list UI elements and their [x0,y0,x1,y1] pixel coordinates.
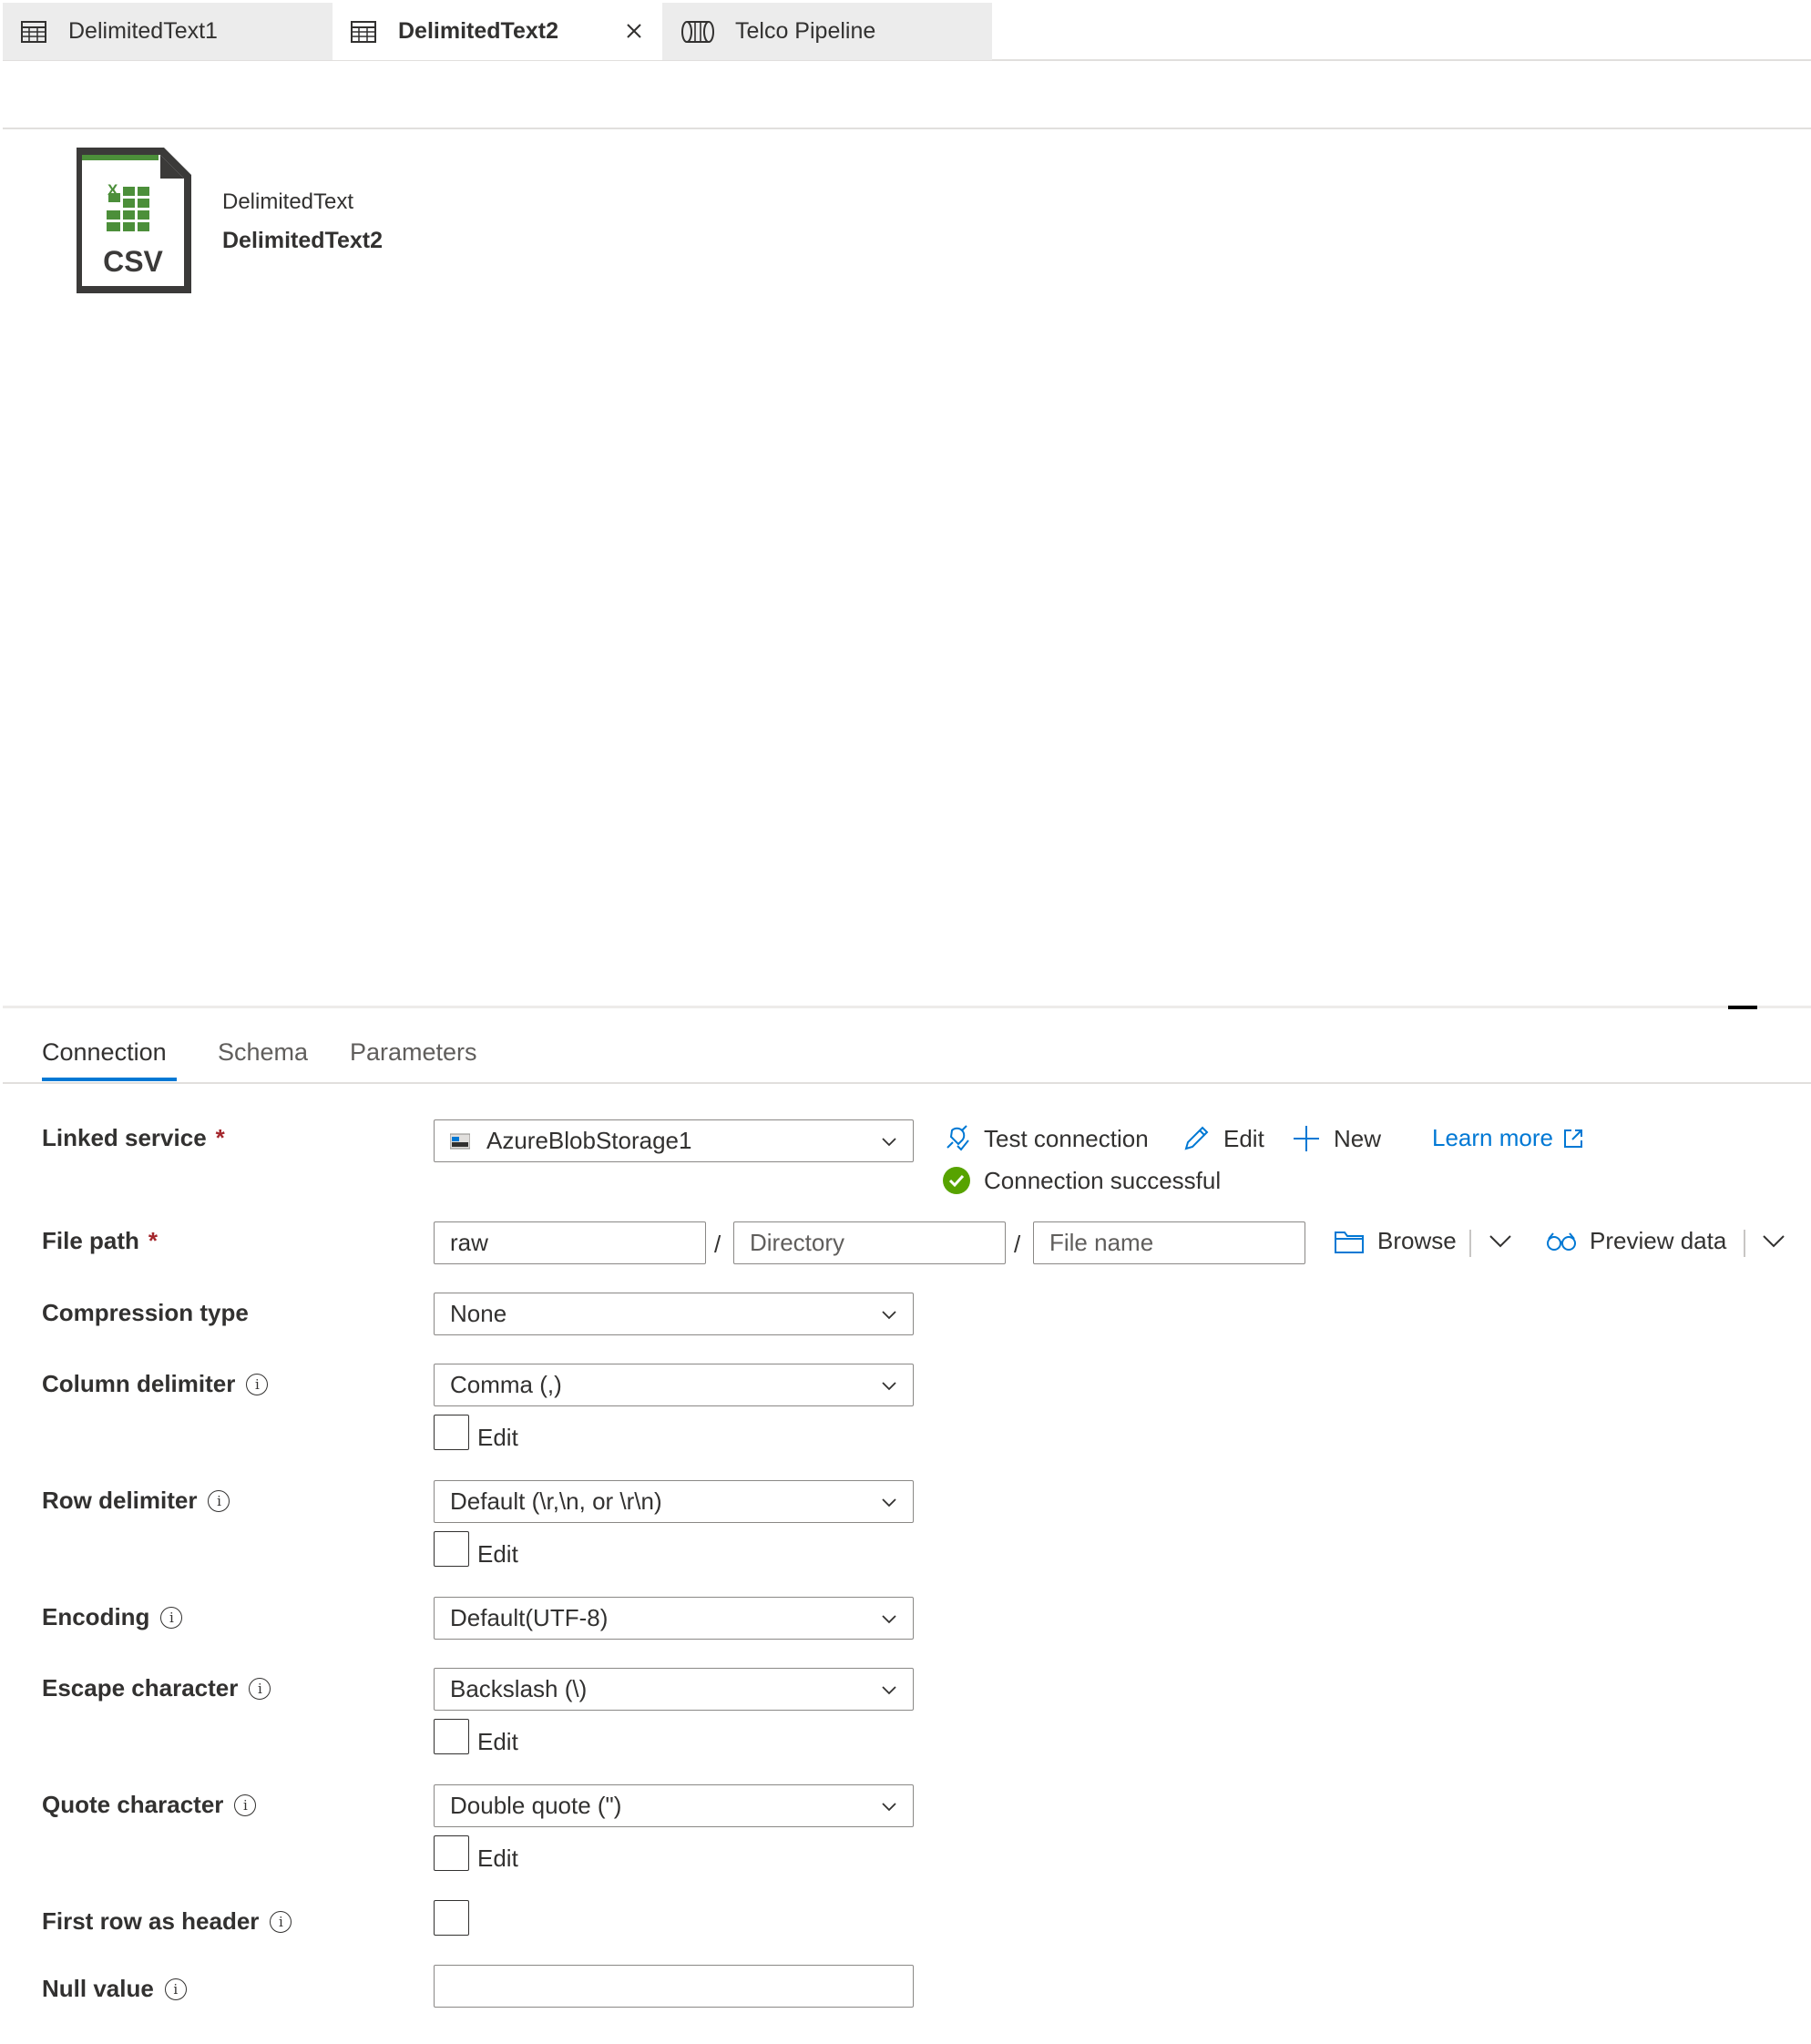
active-tab-indicator [42,1078,177,1081]
learn-more-link[interactable]: Learn more [1432,1124,1584,1152]
tab-parameters[interactable]: Parameters [350,1038,477,1067]
chevron-down-icon [882,1686,896,1695]
tab-schema[interactable]: Schema [218,1038,308,1067]
encoding-label: Encoding i [42,1603,183,1631]
pencil-icon [1182,1124,1211,1153]
edit-checkbox-label: Edit [477,1845,518,1872]
check-circle-icon [942,1166,971,1195]
dataset-name: DelimitedText2 [222,228,383,253]
new-linked-service-button[interactable]: New [1292,1124,1381,1153]
chevron-down-icon [1763,1235,1785,1248]
escape-character-edit-checkbox[interactable] [434,1719,469,1754]
info-icon[interactable]: i [246,1373,269,1395]
chevron-down-icon [882,1498,896,1507]
dataset-type: DelimitedText [222,189,354,214]
tab-connection[interactable]: Connection [42,1038,167,1067]
edit-checkbox-label: Edit [477,1728,518,1755]
column-delimiter-edit-checkbox[interactable] [434,1415,469,1450]
test-connection-button[interactable]: Test connection [942,1124,1149,1153]
row-delimiter-value: Default (\r,\n, or \r\n) [450,1487,662,1515]
column-delimiter-select[interactable]: Comma (,) [434,1364,914,1406]
external-link-icon [1562,1128,1584,1150]
quote-character-edit-checkbox[interactable] [434,1835,469,1871]
info-icon[interactable]: i [160,1606,183,1629]
quote-character-label: Quote character i [42,1791,257,1819]
tab-delimitedtext2[interactable]: DelimitedText2 [333,3,662,60]
browse-button[interactable]: Browse [1334,1227,1457,1255]
tab-delimitedtext1[interactable]: DelimitedText1 [3,3,333,60]
chevron-down-icon [882,1138,896,1147]
preview-data-button[interactable]: Preview data [1546,1227,1726,1255]
compression-type-select[interactable]: None [434,1293,914,1335]
edit-checkbox-label: Edit [477,1540,518,1568]
escape-character-select[interactable]: Backslash (\) [434,1668,914,1711]
compression-type-value: None [450,1300,507,1327]
document-tab-bar: DelimitedText1 DelimitedText2 Telco Pipe… [3,3,1811,61]
edit-checkbox-label: Edit [477,1424,518,1451]
null-value-label: Null value i [42,1975,187,2003]
chevron-down-icon [1489,1235,1511,1248]
linked-service-value: AzureBlobStorage1 [486,1127,692,1154]
quote-character-select[interactable]: Double quote (") [434,1784,914,1827]
row-delimiter-label: Row delimiter i [42,1487,230,1515]
column-delimiter-value: Comma (,) [450,1371,562,1398]
chevron-down-icon [882,1382,896,1391]
row-delimiter-select[interactable]: Default (\r,\n, or \r\n) [434,1480,914,1523]
csv-file-icon: X CSV [75,146,193,295]
info-icon[interactable]: i [208,1489,230,1512]
split-divider [1469,1230,1471,1257]
glasses-icon [1546,1231,1577,1252]
properties-tabs: Connection Schema Parameters [3,1009,1811,1084]
preview-options-chevron[interactable] [1762,1232,1785,1250]
container-input[interactable]: raw [434,1221,706,1264]
path-separator: / [714,1231,721,1258]
column-delimiter-label: Column delimiter i [42,1370,269,1398]
file-name-input[interactable]: File name [1033,1221,1305,1264]
escape-character-label: Escape character i [42,1674,271,1702]
tab-label: DelimitedText1 [68,18,218,44]
quote-character-value: Double quote (") [450,1792,622,1819]
path-separator: / [1014,1231,1021,1258]
escape-character-value: Backslash (\) [450,1675,588,1702]
chevron-down-icon [882,1311,896,1320]
encoding-select[interactable]: Default(UTF-8) [434,1597,914,1640]
pipeline-icon [680,20,715,44]
tab-telco-pipeline[interactable]: Telco Pipeline [662,3,992,60]
csv-icon-text: CSV [103,245,163,278]
chevron-down-icon [882,1615,896,1624]
first-row-header-checkbox[interactable] [434,1900,469,1936]
plus-icon [1292,1124,1321,1153]
tab-label: Telco Pipeline [735,18,876,44]
first-row-header-label: First row as header i [42,1907,292,1936]
table-icon [351,20,378,44]
row-delimiter-edit-checkbox[interactable] [434,1531,469,1567]
chevron-down-icon [882,1803,896,1812]
info-icon[interactable]: i [249,1677,271,1700]
split-divider [1744,1230,1745,1257]
tab-label: DelimitedText2 [398,18,558,44]
connection-status: Connection successful [942,1166,1221,1195]
plug-icon [942,1124,971,1153]
file-path-label: File path * [42,1227,159,1254]
linked-service-select[interactable]: AzureBlobStorage1 [434,1119,914,1162]
csv-icon-letter: X [107,181,118,199]
info-icon[interactable]: i [234,1794,257,1816]
storage-icon [450,1133,470,1150]
null-value-input[interactable] [434,1965,914,2008]
linked-service-label: Linked service * [42,1124,225,1151]
close-icon[interactable] [622,19,646,43]
info-icon[interactable]: i [270,1910,292,1933]
encoding-value: Default(UTF-8) [450,1604,609,1631]
compression-type-label: Compression type [42,1299,249,1326]
edit-linked-service-button[interactable]: Edit [1182,1124,1264,1153]
table-icon [21,20,48,44]
info-icon[interactable]: i [164,1978,187,2000]
browse-options-chevron[interactable] [1489,1232,1512,1250]
folder-icon [1334,1229,1365,1254]
directory-input[interactable]: Directory [733,1221,1006,1264]
toolbar [3,61,1811,129]
